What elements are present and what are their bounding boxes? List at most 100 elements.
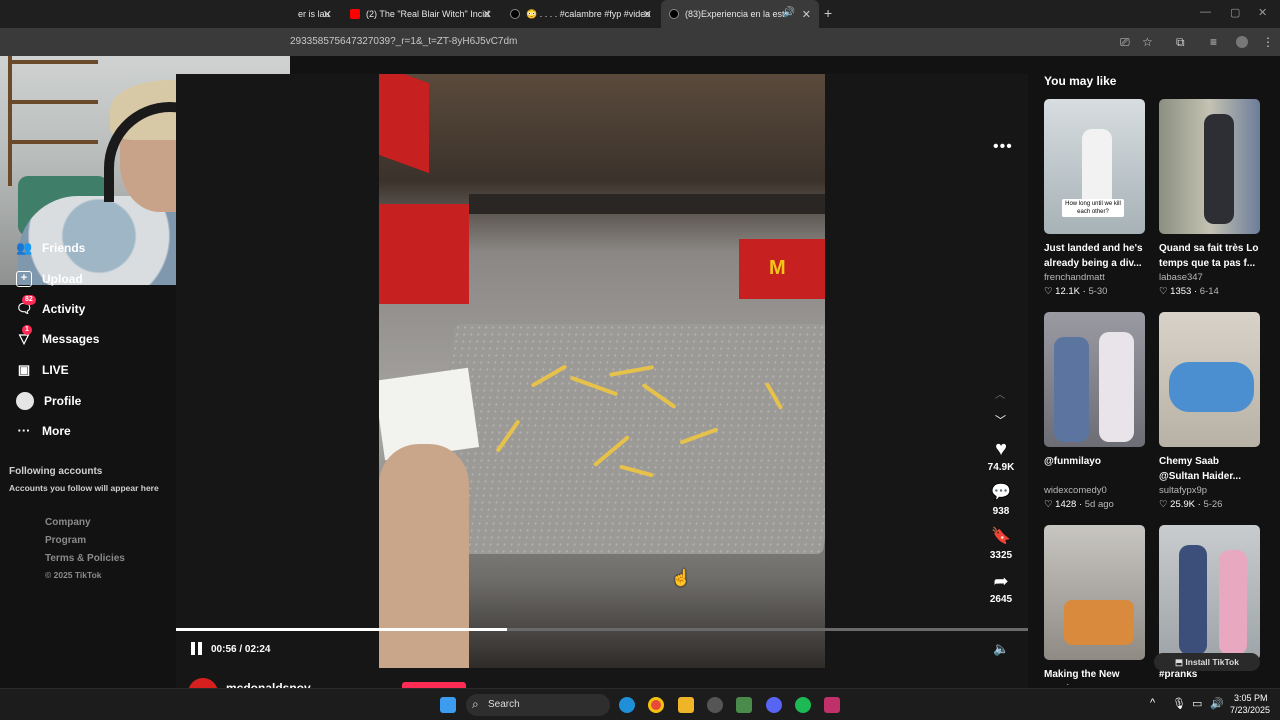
notification-badge: 1 (22, 325, 32, 335)
clock-date[interactable]: 7/23/2025 (1230, 705, 1270, 715)
comment-button[interactable]: 💬 938 (986, 482, 1016, 517)
browser-tab[interactable]: er is lau ✕ (290, 0, 340, 28)
search-icon: ⌕ (472, 697, 479, 711)
extensions-icon[interactable]: ⧉ (1176, 35, 1185, 50)
video-frame[interactable]: M (379, 74, 825, 668)
sidebar-item-more[interactable]: ··· More (16, 423, 71, 439)
like-count: 25.9K (1170, 499, 1195, 510)
maximize-icon[interactable]: ▢ (1230, 6, 1240, 19)
volume-icon[interactable]: 🔊 (1210, 697, 1224, 710)
discord-icon[interactable] (766, 697, 782, 713)
speaker-icon[interactable]: 🔊 (783, 7, 795, 18)
fry-box-stack (379, 204, 469, 304)
recommended-video-card[interactable]: Chemy Saab @Sultan Haider... sultafypx9p… (1159, 312, 1260, 510)
app-icon[interactable] (824, 697, 840, 713)
media-icon[interactable]: ≡ (1210, 35, 1217, 49)
card-author[interactable]: frenchandmatt (1044, 272, 1145, 283)
chevron-up-icon[interactable]: ^ (1150, 697, 1155, 709)
share-icon: ➦ (993, 571, 1009, 591)
card-stats: ♡ 1353 · 6-14 (1159, 286, 1219, 297)
card-author[interactable]: sultafypx9p (1159, 485, 1260, 496)
clock-time[interactable]: 3:05 PM (1234, 693, 1268, 703)
cast-icon[interactable]: ⎚ (1120, 35, 1130, 50)
tiktok-icon (510, 9, 520, 19)
settings-icon[interactable] (707, 697, 723, 713)
volume-icon[interactable]: 🔈 (993, 641, 1009, 657)
install-icon: ⬒ (1175, 657, 1184, 667)
recommended-video-card[interactable]: Making the New Hershey Smores... (1044, 525, 1145, 685)
comment-count: 938 (992, 506, 1010, 517)
copyright: © 2025 TikTok (45, 570, 102, 580)
close-icon[interactable]: ✕ (643, 8, 652, 21)
card-title[interactable]: @funmilayo (1044, 454, 1145, 484)
footer-link-company[interactable]: Company (45, 517, 91, 528)
recommended-video-card[interactable]: @funmilayo widexcomedy0 ♡ 1428 · 5d ago (1044, 312, 1145, 510)
video-thumbnail[interactable] (1159, 525, 1260, 660)
bookmark-button[interactable]: 🔖 3325 (986, 526, 1016, 561)
friends-icon: 👥 (16, 240, 33, 255)
windows-start-icon[interactable] (440, 697, 456, 713)
share-button[interactable]: ➦ 2645 (986, 570, 1016, 605)
profile-avatar-icon[interactable] (1236, 36, 1248, 48)
card-title[interactable]: Making the New Hershey Smores... (1044, 667, 1145, 685)
thumbnail-figure (1064, 600, 1134, 645)
browser-tab-active[interactable]: (83)Experiencia en la estaci 🔊 ✕ (661, 0, 819, 28)
profile-icon (16, 392, 34, 410)
install-tiktok-button[interactable]: ⬒ Install TikTok (1154, 653, 1260, 671)
bookmark-star-icon[interactable]: ☆ (1142, 35, 1153, 49)
chevron-up-icon[interactable]: ︿ (995, 386, 1005, 401)
card-title[interactable]: Quand sa fait très Lo temps que ta pas f… (1159, 241, 1260, 271)
sidebar-item-friends[interactable]: 👥 Friends (16, 240, 85, 256)
like-button[interactable]: ♥ 74.9K (986, 438, 1016, 473)
footer-link-terms[interactable]: Terms & Policies (45, 553, 125, 564)
chrome-icon[interactable] (648, 697, 664, 713)
shelf (8, 100, 98, 104)
sidebar-item-label: Activity (42, 302, 86, 316)
sidebar-item-activity[interactable]: 🗨 82 Activity (16, 295, 86, 317)
close-icon[interactable]: ✕ (483, 8, 492, 21)
card-title[interactable]: Chemy Saab @Sultan Haider... (1159, 454, 1260, 484)
sidebar-item-live[interactable]: ▣ LIVE (16, 362, 69, 378)
browser-tab[interactable]: (2) The "Real Blair Witch" Incid ✕ (342, 0, 500, 28)
video-thumbnail[interactable] (1044, 312, 1145, 447)
video-thumbnail[interactable] (1159, 99, 1260, 234)
thumbnail-figure (1219, 550, 1247, 655)
sidebar-item-messages[interactable]: ▽ 1 Messages (16, 325, 99, 347)
edge-icon[interactable] (619, 697, 635, 713)
card-title[interactable]: Just landed and he's already being a div… (1044, 241, 1145, 271)
card-author[interactable]: labase347 (1159, 272, 1260, 283)
video-thumbnail[interactable] (1159, 312, 1260, 447)
video-thumbnail[interactable] (1044, 525, 1145, 660)
chevron-down-icon[interactable]: ﹀ (995, 412, 1006, 428)
minimize-icon[interactable]: — (1200, 6, 1211, 18)
microphone-icon[interactable]: 🎙 (1172, 697, 1186, 710)
file-explorer-icon[interactable] (678, 697, 694, 713)
browser-tab[interactable]: 😳 . . . . #calambre #fyp #video ✕ (502, 0, 660, 28)
spotify-icon[interactable] (795, 697, 811, 713)
heat-lamp (469, 194, 825, 214)
sidebar-item-upload[interactable]: + Upload (16, 271, 83, 287)
taskbar-search[interactable]: ⌕ Search (466, 694, 610, 716)
url-field[interactable]: 293358575647327039?_r=1&_t=ZT-8yH6J5vC7d… (290, 36, 517, 47)
close-icon[interactable]: ✕ (802, 8, 811, 21)
pause-button[interactable] (190, 642, 204, 656)
card-author[interactable]: widexcomedy0 (1044, 485, 1145, 496)
like-count: 1428 (1055, 499, 1077, 510)
display-icon[interactable]: ▭ (1192, 697, 1202, 710)
close-window-icon[interactable]: ✕ (1258, 6, 1267, 19)
kebab-menu-icon[interactable]: ⋮ (1262, 35, 1274, 49)
footer-link-program[interactable]: Program (45, 535, 86, 546)
close-icon[interactable]: ✕ (323, 8, 332, 21)
sidebar-item-profile[interactable]: Profile (16, 392, 81, 410)
recommended-video-card[interactable]: Quand sa fait très Lo temps que ta pas f… (1159, 99, 1260, 297)
like-count: 12.1K (1055, 286, 1080, 297)
video-thumbnail[interactable]: How long until we kill each other? (1044, 99, 1145, 234)
more-options-icon[interactable]: ••• (993, 138, 1013, 156)
card-stats: ♡ 12.1K · 5-30 (1044, 286, 1108, 297)
recommended-video-card[interactable]: How long until we kill each other? Just … (1044, 99, 1145, 297)
app-icon[interactable] (736, 697, 752, 713)
video-time: 00:56 / 02:24 (211, 644, 271, 655)
video-progress-bar[interactable] (176, 628, 1028, 631)
new-tab-button[interactable]: + (824, 5, 832, 21)
thumbnail-caption: How long until we kill each other? (1062, 199, 1124, 217)
